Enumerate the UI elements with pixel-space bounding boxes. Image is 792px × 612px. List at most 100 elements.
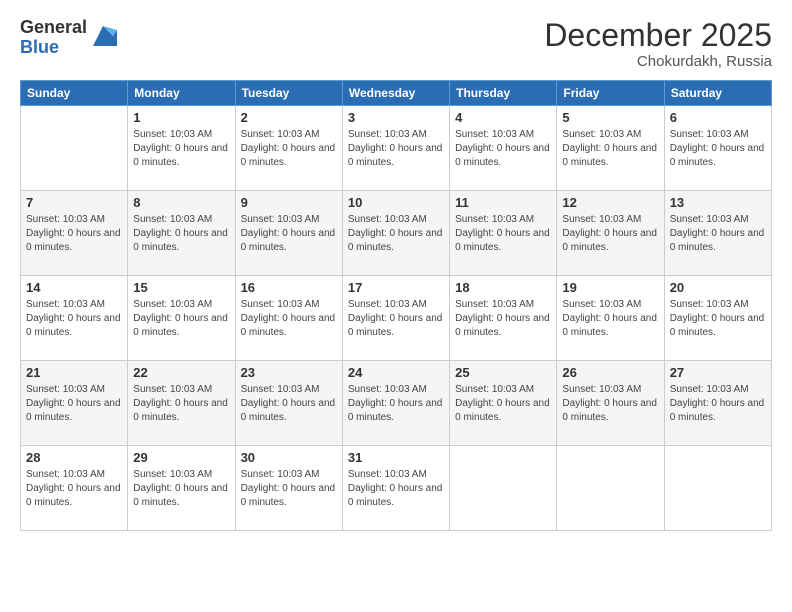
calendar-cell: 22 Sunset: 10:03 AM Daylight: 0 hours and… bbox=[128, 361, 235, 446]
day-info: Sunset: 10:03 AM Daylight: 0 hours and 0… bbox=[26, 468, 122, 510]
calendar-cell: 4 Sunset: 10:03 AM Daylight: 0 hours and … bbox=[450, 106, 557, 191]
weekday-header: Tuesday bbox=[235, 81, 342, 106]
calendar-cell: 24 Sunset: 10:03 AM Daylight: 0 hours and… bbox=[342, 361, 449, 446]
day-info: Sunset: 10:03 AM Daylight: 0 hours and 0… bbox=[241, 298, 337, 340]
calendar-cell: 13 Sunset: 10:03 AM Daylight: 0 hours and… bbox=[664, 191, 771, 276]
calendar-cell: 31Sunset: 10:03 AM Daylight: 0 hours and… bbox=[342, 446, 449, 531]
calendar-cell: 23 Sunset: 10:03 AM Daylight: 0 hours and… bbox=[235, 361, 342, 446]
day-info: Sunset: 10:03 AM Daylight: 0 hours and 0… bbox=[348, 213, 444, 255]
day-info: Sunset: 10:03 AM Daylight: 0 hours and 0… bbox=[241, 468, 337, 510]
day-info: Sunset: 10:03 AM Daylight: 0 hours and 0… bbox=[133, 128, 229, 170]
day-number: 30 bbox=[241, 450, 337, 465]
day-number: 23 bbox=[241, 365, 337, 380]
day-number: 28 bbox=[26, 450, 122, 465]
calendar-week-row: 28 Sunset: 10:03 AM Daylight: 0 hours and… bbox=[21, 446, 772, 531]
weekday-header: Thursday bbox=[450, 81, 557, 106]
calendar-cell: 14Sunset: 10:03 AM Daylight: 0 hours and… bbox=[21, 276, 128, 361]
calendar-cell: 18 Sunset: 10:03 AM Daylight: 0 hours and… bbox=[450, 276, 557, 361]
weekday-header: Wednesday bbox=[342, 81, 449, 106]
day-info: Sunset: 10:03 AM Daylight: 0 hours and 0… bbox=[348, 298, 444, 340]
day-info: Sunset: 10:03 AM Daylight: 0 hours and 0… bbox=[562, 298, 658, 340]
day-number: 26 bbox=[562, 365, 658, 380]
logo-icon bbox=[89, 22, 117, 50]
calendar-cell: 9 Sunset: 10:03 AM Daylight: 0 hours and … bbox=[235, 191, 342, 276]
calendar-cell: 3 Sunset: 10:03 AM Daylight: 0 hours and … bbox=[342, 106, 449, 191]
day-number: 15 bbox=[133, 280, 229, 295]
calendar-week-row: 7 Sunset: 10:03 AM Daylight: 0 hours and … bbox=[21, 191, 772, 276]
calendar-cell: 19Sunset: 10:03 AM Daylight: 0 hours and… bbox=[557, 276, 664, 361]
day-number: 6 bbox=[670, 110, 766, 125]
header: General Blue December 2025 Chokurdakh, R… bbox=[20, 18, 772, 70]
calendar-cell: 12Sunset: 10:03 AM Daylight: 0 hours and… bbox=[557, 191, 664, 276]
day-number: 22 bbox=[133, 365, 229, 380]
calendar-cell: 21 Sunset: 10:03 AM Daylight: 0 hours and… bbox=[21, 361, 128, 446]
month-title: December 2025 bbox=[544, 18, 772, 53]
location: Chokurdakh, Russia bbox=[544, 53, 772, 70]
day-info: Sunset: 10:03 AM Daylight: 0 hours and 0… bbox=[670, 383, 766, 425]
calendar-cell: 27 Sunset: 10:03 AM Daylight: 0 hours and… bbox=[664, 361, 771, 446]
day-info: Sunset: 10:03 AM Daylight: 0 hours and 0… bbox=[670, 213, 766, 255]
day-number: 31 bbox=[348, 450, 444, 465]
day-info: Sunset: 10:03 AM Daylight: 0 hours and 0… bbox=[455, 213, 551, 255]
day-info: Sunset: 10:03 AM Daylight: 0 hours and 0… bbox=[241, 383, 337, 425]
day-info: Sunset: 10:03 AM Daylight: 0 hours and 0… bbox=[133, 213, 229, 255]
calendar-cell: 20 Sunset: 10:03 AM Daylight: 0 hours and… bbox=[664, 276, 771, 361]
day-info: Sunset: 10:03 AM Daylight: 0 hours and 0… bbox=[133, 383, 229, 425]
weekday-row: SundayMondayTuesdayWednesdayThursdayFrid… bbox=[21, 81, 772, 106]
logo-blue: Blue bbox=[20, 38, 87, 58]
day-info: Sunset: 10:03 AM Daylight: 0 hours and 0… bbox=[455, 298, 551, 340]
calendar-cell bbox=[21, 106, 128, 191]
day-number: 17 bbox=[348, 280, 444, 295]
weekday-header: Saturday bbox=[664, 81, 771, 106]
day-number: 20 bbox=[670, 280, 766, 295]
calendar-cell: 2 Sunset: 10:03 AM Daylight: 0 hours and … bbox=[235, 106, 342, 191]
day-number: 21 bbox=[26, 365, 122, 380]
calendar-cell bbox=[664, 446, 771, 531]
logo-general: General bbox=[20, 18, 87, 38]
calendar-week-row: 1 Sunset: 10:03 AM Daylight: 0 hours and … bbox=[21, 106, 772, 191]
day-info: Sunset: 10:03 AM Daylight: 0 hours and 0… bbox=[348, 128, 444, 170]
day-number: 24 bbox=[348, 365, 444, 380]
day-number: 12 bbox=[562, 195, 658, 210]
calendar: SundayMondayTuesdayWednesdayThursdayFrid… bbox=[20, 80, 772, 531]
calendar-cell: 29Sunset: 10:03 AM Daylight: 0 hours and… bbox=[128, 446, 235, 531]
calendar-body: 1 Sunset: 10:03 AM Daylight: 0 hours and … bbox=[21, 106, 772, 531]
day-number: 18 bbox=[455, 280, 551, 295]
day-number: 16 bbox=[241, 280, 337, 295]
calendar-cell: 17 Sunset: 10:03 AM Daylight: 0 hours and… bbox=[342, 276, 449, 361]
day-number: 5 bbox=[562, 110, 658, 125]
page: General Blue December 2025 Chokurdakh, R… bbox=[0, 0, 792, 612]
calendar-cell: 8Sunset: 10:03 AM Daylight: 0 hours and … bbox=[128, 191, 235, 276]
day-number: 2 bbox=[241, 110, 337, 125]
calendar-week-row: 21 Sunset: 10:03 AM Daylight: 0 hours and… bbox=[21, 361, 772, 446]
day-info: Sunset: 10:03 AM Daylight: 0 hours and 0… bbox=[670, 298, 766, 340]
day-info: Sunset: 10:03 AM Daylight: 0 hours and 0… bbox=[26, 383, 122, 425]
day-number: 11 bbox=[455, 195, 551, 210]
day-info: Sunset: 10:03 AM Daylight: 0 hours and 0… bbox=[241, 213, 337, 255]
day-info: Sunset: 10:03 AM Daylight: 0 hours and 0… bbox=[562, 383, 658, 425]
calendar-cell: 15 Sunset: 10:03 AM Daylight: 0 hours and… bbox=[128, 276, 235, 361]
calendar-cell: 1 Sunset: 10:03 AM Daylight: 0 hours and … bbox=[128, 106, 235, 191]
calendar-cell: 26 Sunset: 10:03 AM Daylight: 0 hours and… bbox=[557, 361, 664, 446]
day-info: Sunset: 10:03 AM Daylight: 0 hours and 0… bbox=[348, 383, 444, 425]
day-number: 7 bbox=[26, 195, 122, 210]
day-number: 29 bbox=[133, 450, 229, 465]
calendar-cell: 10 Sunset: 10:03 AM Daylight: 0 hours and… bbox=[342, 191, 449, 276]
day-number: 13 bbox=[670, 195, 766, 210]
day-info: Sunset: 10:03 AM Daylight: 0 hours and 0… bbox=[455, 128, 551, 170]
day-number: 27 bbox=[670, 365, 766, 380]
weekday-header: Monday bbox=[128, 81, 235, 106]
day-info: Sunset: 10:03 AM Daylight: 0 hours and 0… bbox=[562, 128, 658, 170]
day-number: 4 bbox=[455, 110, 551, 125]
day-number: 1 bbox=[133, 110, 229, 125]
logo: General Blue bbox=[20, 18, 117, 58]
day-info: Sunset: 10:03 AM Daylight: 0 hours and 0… bbox=[241, 128, 337, 170]
title-block: December 2025 Chokurdakh, Russia bbox=[544, 18, 772, 70]
day-number: 14 bbox=[26, 280, 122, 295]
day-number: 3 bbox=[348, 110, 444, 125]
day-info: Sunset: 10:03 AM Daylight: 0 hours and 0… bbox=[133, 298, 229, 340]
calendar-cell: 25Sunset: 10:03 AM Daylight: 0 hours and… bbox=[450, 361, 557, 446]
weekday-header: Friday bbox=[557, 81, 664, 106]
day-number: 9 bbox=[241, 195, 337, 210]
day-number: 10 bbox=[348, 195, 444, 210]
